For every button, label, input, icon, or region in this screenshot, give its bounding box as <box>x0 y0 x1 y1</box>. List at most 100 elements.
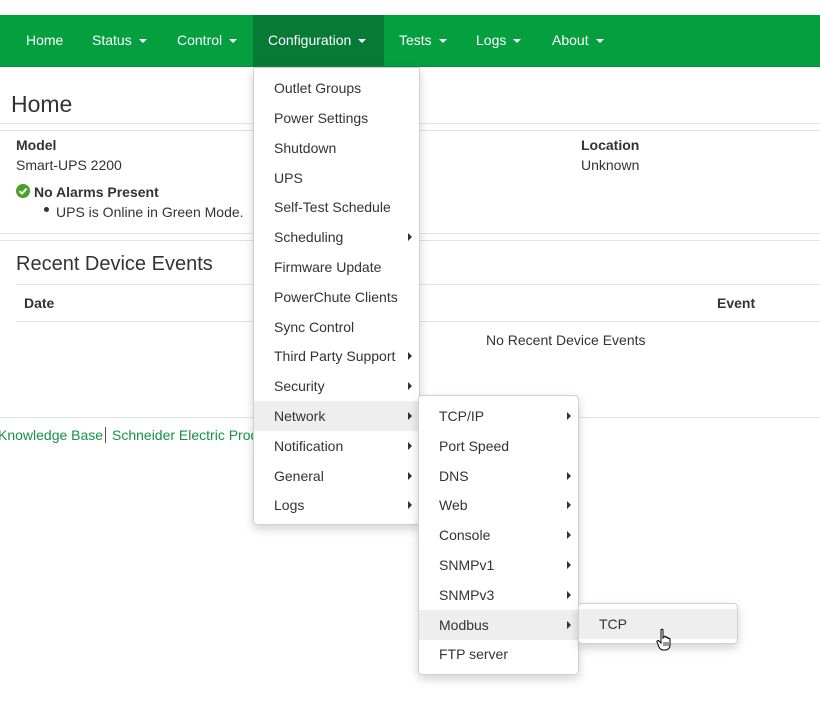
menu-item-third-party-support[interactable]: Third Party Support <box>254 341 419 371</box>
menu-item-label: PowerChute Clients <box>274 289 398 305</box>
menu-item-label: FTP server <box>439 646 508 662</box>
menu-item-power-settings[interactable]: Power Settings <box>254 103 419 133</box>
alarm-status: No Alarms Present <box>34 184 159 200</box>
menu-item-firmware-update[interactable]: Firmware Update <box>254 252 419 282</box>
menu-item-label: UPS <box>274 170 303 186</box>
menu-item-label: Scheduling <box>274 229 344 245</box>
nav-tests[interactable]: Tests <box>399 15 447 66</box>
submenu-item-web[interactable]: Web <box>419 490 578 520</box>
chevron-right-icon <box>408 472 412 480</box>
submenu-item-snmpv3[interactable]: SNMPv3 <box>419 580 578 610</box>
chevron-right-icon <box>408 352 412 360</box>
nav-status-label: Status <box>92 32 132 48</box>
hand-pointer-cursor-icon <box>656 628 674 655</box>
footer-link-knowledge-base[interactable]: Knowledge Base <box>0 427 103 443</box>
menu-item-notification[interactable]: Notification <box>254 431 419 461</box>
menu-item-label: Web <box>439 497 468 513</box>
menu-item-general[interactable]: General <box>254 461 419 491</box>
nav-about-label: About <box>552 32 589 48</box>
submenu-item-console[interactable]: Console <box>419 520 578 550</box>
submenu-item-tcp-ip[interactable]: TCP/IP <box>419 401 578 431</box>
events-col-event: Event <box>717 295 756 311</box>
caret-down-icon <box>229 39 238 44</box>
configuration-dropdown: Outlet Groups Power Settings Shutdown UP… <box>253 67 420 525</box>
menu-item-scheduling[interactable]: Scheduling <box>254 222 419 252</box>
menu-item-label: Logs <box>274 497 305 513</box>
menu-item-label: Outlet Groups <box>274 80 362 96</box>
menu-item-powerchute-clients[interactable]: PowerChute Clients <box>254 282 419 312</box>
menu-item-label: Security <box>274 378 325 394</box>
menu-item-label: Shutdown <box>274 140 337 156</box>
menu-item-label: Third Party Support <box>274 348 396 364</box>
caret-down-icon <box>595 39 604 44</box>
menu-item-outlet-groups[interactable]: Outlet Groups <box>254 73 419 103</box>
menu-item-label: Sync Control <box>274 319 355 335</box>
nav-logs[interactable]: Logs <box>476 15 522 66</box>
submenu-item-modbus[interactable]: Modbus <box>419 610 578 640</box>
chevron-right-icon <box>408 382 412 390</box>
menu-item-shutdown[interactable]: Shutdown <box>254 133 419 163</box>
chevron-right-icon <box>567 591 571 599</box>
main-navbar: Home Status Control Configuration Tests … <box>0 15 820 67</box>
nav-about[interactable]: About <box>552 15 604 66</box>
chevron-right-icon <box>408 501 412 509</box>
menu-item-logs[interactable]: Logs <box>254 490 419 520</box>
menu-item-label: SNMPv1 <box>439 557 495 573</box>
menu-item-label: Notification <box>274 438 344 454</box>
menu-item-label: TCP/IP <box>439 408 485 424</box>
menu-item-label: Console <box>439 527 491 543</box>
nav-tests-label: Tests <box>399 32 432 48</box>
chevron-right-icon <box>567 501 571 509</box>
menu-item-self-test-schedule[interactable]: Self-Test Schedule <box>254 192 419 222</box>
location-label: Location <box>581 137 640 153</box>
footer-link-schneider[interactable]: Schneider Electric Prod <box>112 427 258 443</box>
model-value: Smart-UPS 2200 <box>16 157 122 173</box>
menu-item-label: SNMPv3 <box>439 587 495 603</box>
events-title: Recent Device Events <box>16 253 213 275</box>
nav-control-label: Control <box>177 32 223 48</box>
model-label: Model <box>16 137 57 153</box>
nav-configuration-label: Configuration <box>268 32 352 48</box>
network-submenu: TCP/IP Port Speed DNS Web Console SNMPv1… <box>418 395 579 675</box>
menu-item-label: Modbus <box>439 617 489 633</box>
caret-down-icon <box>138 39 147 44</box>
bullet-icon <box>44 207 49 212</box>
chevron-right-icon <box>408 233 412 241</box>
alarm-detail: UPS is Online in Green Mode. <box>56 204 244 220</box>
menu-item-label: Port Speed <box>439 438 510 454</box>
menu-item-label: DNS <box>439 468 469 484</box>
chevron-right-icon <box>567 621 571 629</box>
caret-down-icon <box>513 39 522 44</box>
nav-home[interactable]: Home <box>26 15 63 66</box>
chevron-right-icon <box>567 561 571 569</box>
events-col-date: Date <box>24 295 55 311</box>
check-circle-icon <box>16 184 30 198</box>
menu-item-sync-control[interactable]: Sync Control <box>254 312 419 342</box>
submenu-item-ftp-server[interactable]: FTP server <box>419 639 578 669</box>
menu-item-security[interactable]: Security <box>254 371 419 401</box>
caret-down-icon <box>358 39 367 44</box>
menu-item-label: Firmware Update <box>274 259 382 275</box>
chevron-right-icon <box>567 531 571 539</box>
menu-item-network[interactable]: Network <box>254 401 419 431</box>
submenu-item-port-speed[interactable]: Port Speed <box>419 431 578 461</box>
submenu-item-snmpv1[interactable]: SNMPv1 <box>419 550 578 580</box>
menu-item-label: TCP <box>599 616 627 632</box>
menu-item-label: Power Settings <box>274 110 369 126</box>
caret-down-icon <box>438 39 447 44</box>
menu-item-label: Network <box>274 408 326 424</box>
footer-separator <box>105 427 106 443</box>
chevron-right-icon <box>567 472 571 480</box>
chevron-right-icon <box>567 412 571 420</box>
nav-home-label: Home <box>26 32 64 48</box>
menu-item-label: Self-Test Schedule <box>274 199 391 215</box>
nav-logs-label: Logs <box>476 32 507 48</box>
nav-status[interactable]: Status <box>92 15 147 66</box>
page-title: Home <box>11 91 73 117</box>
nav-configuration[interactable]: Configuration <box>253 15 384 66</box>
menu-item-label: General <box>274 468 324 484</box>
menu-item-ups[interactable]: UPS <box>254 163 419 193</box>
events-empty-message: No Recent Device Events <box>486 332 646 348</box>
submenu-item-dns[interactable]: DNS <box>419 461 578 491</box>
nav-control[interactable]: Control <box>177 15 238 66</box>
